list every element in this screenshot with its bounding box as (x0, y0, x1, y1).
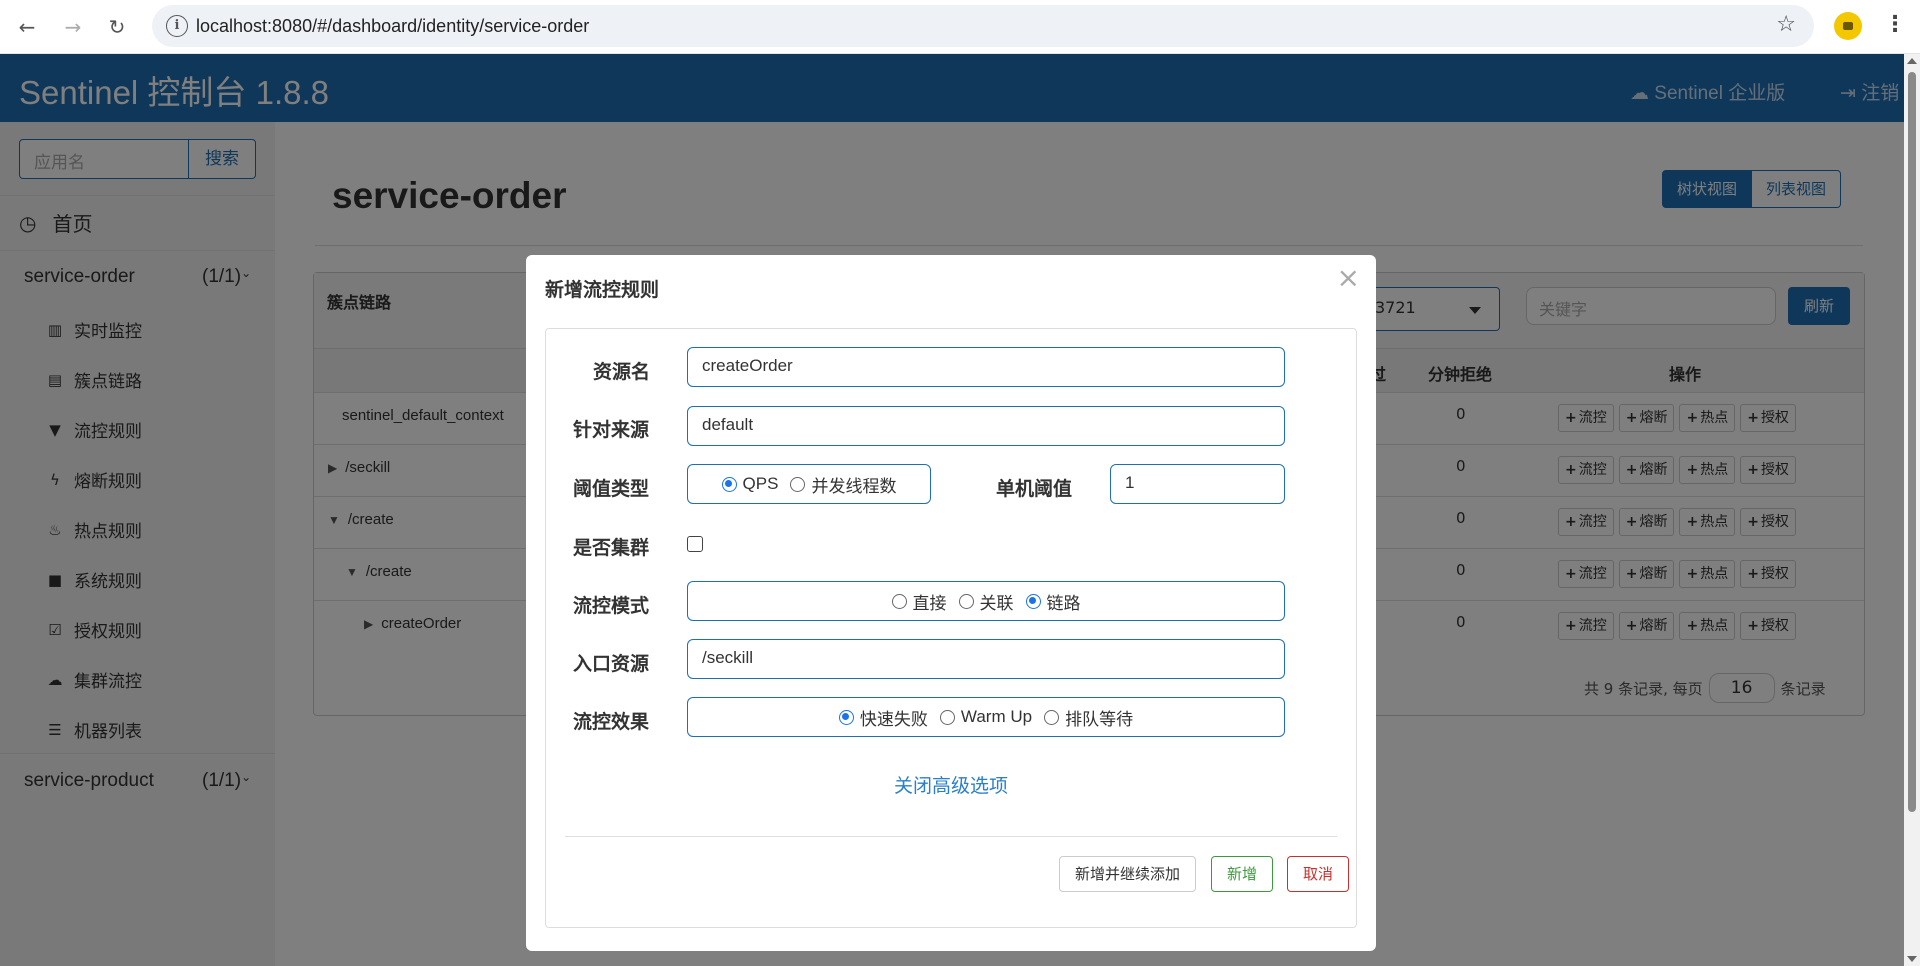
form-divider (565, 836, 1337, 837)
relate-radio[interactable]: 关联 (958, 589, 1014, 614)
browser-toolbar: ← → ↻ i localhost:8080/#/dashboard/ident… (0, 0, 1920, 54)
browser-menu-icon[interactable]: ⋮ (1884, 12, 1906, 37)
add-and-continue-button[interactable]: 新增并继续添加 (1059, 856, 1196, 892)
queue-radio[interactable]: 排队等待 (1044, 705, 1133, 730)
entry-label: 入口资源 (573, 653, 650, 675)
url-text[interactable]: localhost:8080/#/dashboard/identity/serv… (196, 16, 589, 37)
threshold-type-label: 阈值类型 (573, 478, 650, 500)
forward-arrow-icon[interactable]: → (58, 12, 88, 42)
entry-resource-input[interactable]: /seckill (687, 639, 1285, 679)
address-bar[interactable]: i localhost:8080/#/dashboard/identity/se… (152, 5, 1814, 47)
mode-radios: 直接 关联 链路 (687, 581, 1285, 621)
bookmark-star-icon[interactable]: ☆ (1776, 12, 1796, 37)
mode-label: 流控模式 (573, 595, 650, 617)
radio-unchecked-icon[interactable] (939, 709, 955, 725)
effect-radios: 快速失败 Warm Up 排队等待 (687, 697, 1285, 737)
radio-checked-icon[interactable] (838, 709, 854, 725)
resource-label: 资源名 (593, 361, 651, 383)
chain-radio[interactable]: 链路 (1025, 589, 1081, 614)
dialog-title: 新增流控规则 (545, 279, 660, 301)
add-flow-rule-dialog: 新增流控规则 × 资源名 createOrder 针对来源 default 阈值… (526, 255, 1376, 951)
threshold-input[interactable]: 1 (1110, 464, 1285, 504)
resource-input[interactable]: createOrder (687, 347, 1285, 387)
thread-radio[interactable]: 并发线程数 (790, 472, 896, 497)
fast-fail-radio[interactable]: 快速失败 (838, 705, 928, 730)
page-scrollbar[interactable] (1904, 54, 1920, 966)
scroll-thumb[interactable] (1908, 72, 1916, 812)
close-advanced-link[interactable]: 关闭高级选项 (546, 771, 1356, 798)
effect-label: 流控效果 (573, 711, 650, 733)
threshold-type-radios: QPS 并发线程数 (687, 464, 931, 504)
radio-unchecked-icon[interactable] (958, 593, 974, 609)
site-info-icon[interactable]: i (166, 15, 188, 37)
cancel-button[interactable]: 取消 (1287, 856, 1349, 892)
cluster-checkbox[interactable] (687, 536, 703, 552)
radio-unchecked-icon[interactable] (1044, 709, 1060, 725)
radio-checked-icon[interactable] (1025, 593, 1041, 609)
origin-input[interactable]: default (687, 406, 1285, 446)
close-icon[interactable]: × (1337, 261, 1360, 294)
threshold-label: 单机阈值 (996, 478, 1073, 500)
lock-icon (1843, 22, 1853, 30)
profile-avatar[interactable] (1834, 12, 1862, 40)
add-button[interactable]: 新增 (1211, 856, 1273, 892)
scroll-down-arrow-icon[interactable] (1907, 956, 1917, 962)
direct-radio[interactable]: 直接 (891, 589, 947, 614)
rule-form: 资源名 createOrder 针对来源 default 阈值类型 QPS 并发… (545, 328, 1357, 928)
reload-icon[interactable]: ↻ (102, 12, 132, 42)
radio-unchecked-icon[interactable] (891, 593, 907, 609)
radio-unchecked-icon[interactable] (790, 476, 806, 492)
back-arrow-icon[interactable]: ← (12, 12, 42, 42)
radio-checked-icon[interactable] (721, 476, 737, 492)
origin-label: 针对来源 (573, 419, 650, 441)
qps-radio[interactable]: QPS (721, 474, 778, 494)
scroll-up-arrow-icon[interactable] (1907, 58, 1917, 64)
warm-up-radio[interactable]: Warm Up (939, 707, 1032, 727)
cluster-label: 是否集群 (573, 537, 650, 559)
